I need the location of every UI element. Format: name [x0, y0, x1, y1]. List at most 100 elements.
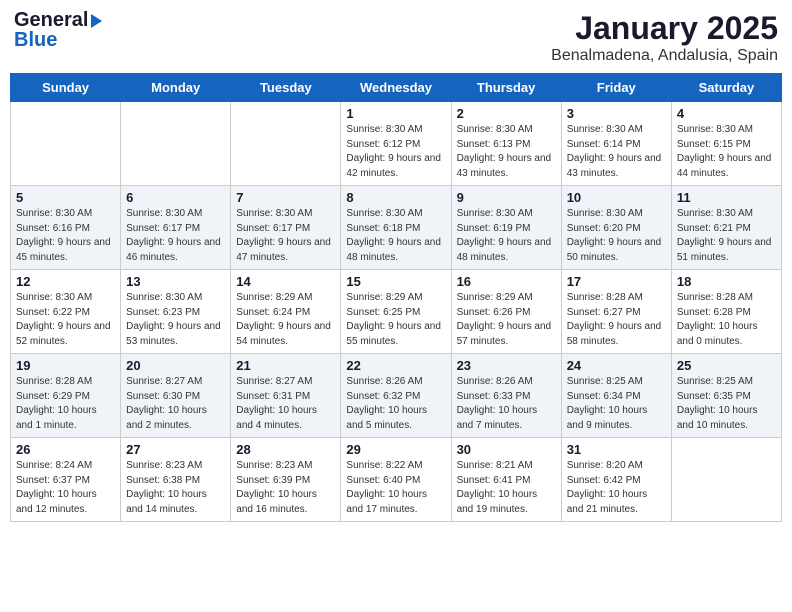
- day-info: Sunrise: 8:30 AM Sunset: 6:14 PM Dayligh…: [567, 123, 666, 181]
- day-cell: 6 Sunrise: 8:30 AM Sunset: 6:17 PM Daylig…: [121, 186, 231, 270]
- calendar-subtitle: Benalmadena, Andalusia, Spain: [551, 47, 778, 65]
- day-number: 28: [236, 442, 335, 457]
- day-number: 19: [16, 358, 115, 373]
- day-number: 31: [567, 442, 666, 457]
- week-row-4: 19 Sunrise: 8:28 AM Sunset: 6:29 PM Dayli…: [11, 354, 782, 438]
- day-info: Sunrise: 8:25 AM Sunset: 6:35 PM Dayligh…: [677, 375, 776, 433]
- day-info: Sunrise: 8:29 AM Sunset: 6:26 PM Dayligh…: [457, 291, 556, 349]
- day-cell: 3 Sunrise: 8:30 AM Sunset: 6:14 PM Daylig…: [561, 102, 671, 186]
- day-cell: 24Sunrise: 8:25 AM Sunset: 6:34 PM Dayli…: [561, 354, 671, 438]
- day-number: 22: [346, 358, 445, 373]
- day-number: 16: [457, 274, 556, 289]
- day-number: 23: [457, 358, 556, 373]
- day-cell: 26Sunrise: 8:24 AM Sunset: 6:37 PM Dayli…: [11, 438, 121, 522]
- page-header: General Blue January 2025 Benalmadena, A…: [10, 10, 782, 65]
- day-cell: 5 Sunrise: 8:30 AM Sunset: 6:16 PM Daylig…: [11, 186, 121, 270]
- day-cell: 31 Sunrise: 8:20 AM Sunset: 6:42 PM Dayli…: [561, 438, 671, 522]
- day-cell: 15 Sunrise: 8:29 AM Sunset: 6:25 PM Dayli…: [341, 270, 451, 354]
- logo-blue: Blue: [14, 29, 57, 51]
- day-number: 20: [126, 358, 225, 373]
- day-number: 21: [236, 358, 335, 373]
- week-row-1: 1 Sunrise: 8:30 AM Sunset: 6:12 PM Daylig…: [11, 102, 782, 186]
- day-cell: 20 Sunrise: 8:27 AM Sunset: 6:30 PM Dayli…: [121, 354, 231, 438]
- day-info: Sunrise: 8:30 AM Sunset: 6:22 PM Dayligh…: [16, 291, 115, 349]
- day-info: Sunrise: 8:30 AM Sunset: 6:15 PM Dayligh…: [677, 123, 776, 181]
- day-info: Sunrise: 8:29 AM Sunset: 6:25 PM Dayligh…: [346, 291, 445, 349]
- day-info: Sunrise: 8:30 AM Sunset: 6:13 PM Dayligh…: [457, 123, 556, 181]
- day-number: 9: [457, 190, 556, 205]
- day-info: Sunrise: 8:30 AM Sunset: 6:21 PM Dayligh…: [677, 207, 776, 265]
- day-info: Sunrise: 8:28 AM Sunset: 6:29 PM Dayligh…: [16, 375, 115, 433]
- day-cell: [121, 102, 231, 186]
- logo-arrow-icon: [91, 14, 102, 28]
- day-number: 11: [677, 190, 776, 205]
- day-number: 2: [457, 106, 556, 121]
- day-number: 3: [567, 106, 666, 121]
- day-cell: 27 Sunrise: 8:23 AM Sunset: 6:38 PM Dayli…: [121, 438, 231, 522]
- day-cell: 1 Sunrise: 8:30 AM Sunset: 6:12 PM Daylig…: [341, 102, 451, 186]
- day-info: Sunrise: 8:29 AM Sunset: 6:24 PM Dayligh…: [236, 291, 335, 349]
- weekday-header-tuesday: Tuesday: [231, 74, 341, 102]
- week-row-2: 5 Sunrise: 8:30 AM Sunset: 6:16 PM Daylig…: [11, 186, 782, 270]
- day-number: 4: [677, 106, 776, 121]
- day-cell: 8 Sunrise: 8:30 AM Sunset: 6:18 PM Daylig…: [341, 186, 451, 270]
- day-info: Sunrise: 8:21 AM Sunset: 6:41 PM Dayligh…: [457, 459, 556, 517]
- day-info: Sunrise: 8:20 AM Sunset: 6:42 PM Dayligh…: [567, 459, 666, 517]
- day-cell: [11, 102, 121, 186]
- day-info: Sunrise: 8:28 AM Sunset: 6:27 PM Dayligh…: [567, 291, 666, 349]
- day-cell: 19 Sunrise: 8:28 AM Sunset: 6:29 PM Dayli…: [11, 354, 121, 438]
- weekday-header-saturday: Saturday: [671, 74, 781, 102]
- day-cell: 14 Sunrise: 8:29 AM Sunset: 6:24 PM Dayli…: [231, 270, 341, 354]
- day-info: Sunrise: 8:30 AM Sunset: 6:12 PM Dayligh…: [346, 123, 445, 181]
- weekday-header-wednesday: Wednesday: [341, 74, 451, 102]
- day-cell: 11 Sunrise: 8:30 AM Sunset: 6:21 PM Dayli…: [671, 186, 781, 270]
- day-number: 14: [236, 274, 335, 289]
- day-number: 6: [126, 190, 225, 205]
- day-number: 15: [346, 274, 445, 289]
- day-number: 12: [16, 274, 115, 289]
- day-cell: 29 Sunrise: 8:22 AM Sunset: 6:40 PM Dayli…: [341, 438, 451, 522]
- logo-general: General: [14, 10, 88, 30]
- day-info: Sunrise: 8:22 AM Sunset: 6:40 PM Dayligh…: [346, 459, 445, 517]
- weekday-header-sunday: Sunday: [11, 74, 121, 102]
- day-number: 29: [346, 442, 445, 457]
- day-cell: 21 Sunrise: 8:27 AM Sunset: 6:31 PM Dayli…: [231, 354, 341, 438]
- day-cell: 4 Sunrise: 8:30 AM Sunset: 6:15 PM Daylig…: [671, 102, 781, 186]
- calendar-table: SundayMondayTuesdayWednesdayThursdayFrid…: [10, 73, 782, 522]
- day-cell: [231, 102, 341, 186]
- day-number: 25: [677, 358, 776, 373]
- day-cell: 13 Sunrise: 8:30 AM Sunset: 6:23 PM Dayli…: [121, 270, 231, 354]
- day-cell: 18Sunrise: 8:28 AM Sunset: 6:28 PM Dayli…: [671, 270, 781, 354]
- day-cell: 28 Sunrise: 8:23 AM Sunset: 6:39 PM Dayli…: [231, 438, 341, 522]
- day-number: 24: [567, 358, 666, 373]
- day-info: Sunrise: 8:27 AM Sunset: 6:31 PM Dayligh…: [236, 375, 335, 433]
- day-info: Sunrise: 8:27 AM Sunset: 6:30 PM Dayligh…: [126, 375, 225, 433]
- day-info: Sunrise: 8:30 AM Sunset: 6:18 PM Dayligh…: [346, 207, 445, 265]
- day-info: Sunrise: 8:30 AM Sunset: 6:23 PM Dayligh…: [126, 291, 225, 349]
- title-section: January 2025 Benalmadena, Andalusia, Spa…: [551, 10, 778, 65]
- day-number: 27: [126, 442, 225, 457]
- day-cell: 7Sunrise: 8:30 AM Sunset: 6:17 PM Daylig…: [231, 186, 341, 270]
- day-number: 18: [677, 274, 776, 289]
- day-number: 10: [567, 190, 666, 205]
- day-cell: 22Sunrise: 8:26 AM Sunset: 6:32 PM Dayli…: [341, 354, 451, 438]
- weekday-header-row: SundayMondayTuesdayWednesdayThursdayFrid…: [11, 74, 782, 102]
- weekday-header-thursday: Thursday: [451, 74, 561, 102]
- day-info: Sunrise: 8:23 AM Sunset: 6:39 PM Dayligh…: [236, 459, 335, 517]
- day-cell: 25 Sunrise: 8:25 AM Sunset: 6:35 PM Dayli…: [671, 354, 781, 438]
- day-number: 1: [346, 106, 445, 121]
- day-cell: 9Sunrise: 8:30 AM Sunset: 6:19 PM Daylig…: [451, 186, 561, 270]
- day-number: 5: [16, 190, 115, 205]
- day-info: Sunrise: 8:30 AM Sunset: 6:17 PM Dayligh…: [126, 207, 225, 265]
- day-number: 8: [346, 190, 445, 205]
- day-info: Sunrise: 8:23 AM Sunset: 6:38 PM Dayligh…: [126, 459, 225, 517]
- day-cell: 17 Sunrise: 8:28 AM Sunset: 6:27 PM Dayli…: [561, 270, 671, 354]
- day-number: 30: [457, 442, 556, 457]
- day-cell: 10Sunrise: 8:30 AM Sunset: 6:20 PM Dayli…: [561, 186, 671, 270]
- day-number: 17: [567, 274, 666, 289]
- day-number: 26: [16, 442, 115, 457]
- weekday-header-monday: Monday: [121, 74, 231, 102]
- day-number: 13: [126, 274, 225, 289]
- day-info: Sunrise: 8:30 AM Sunset: 6:16 PM Dayligh…: [16, 207, 115, 265]
- calendar-title: January 2025: [551, 10, 778, 47]
